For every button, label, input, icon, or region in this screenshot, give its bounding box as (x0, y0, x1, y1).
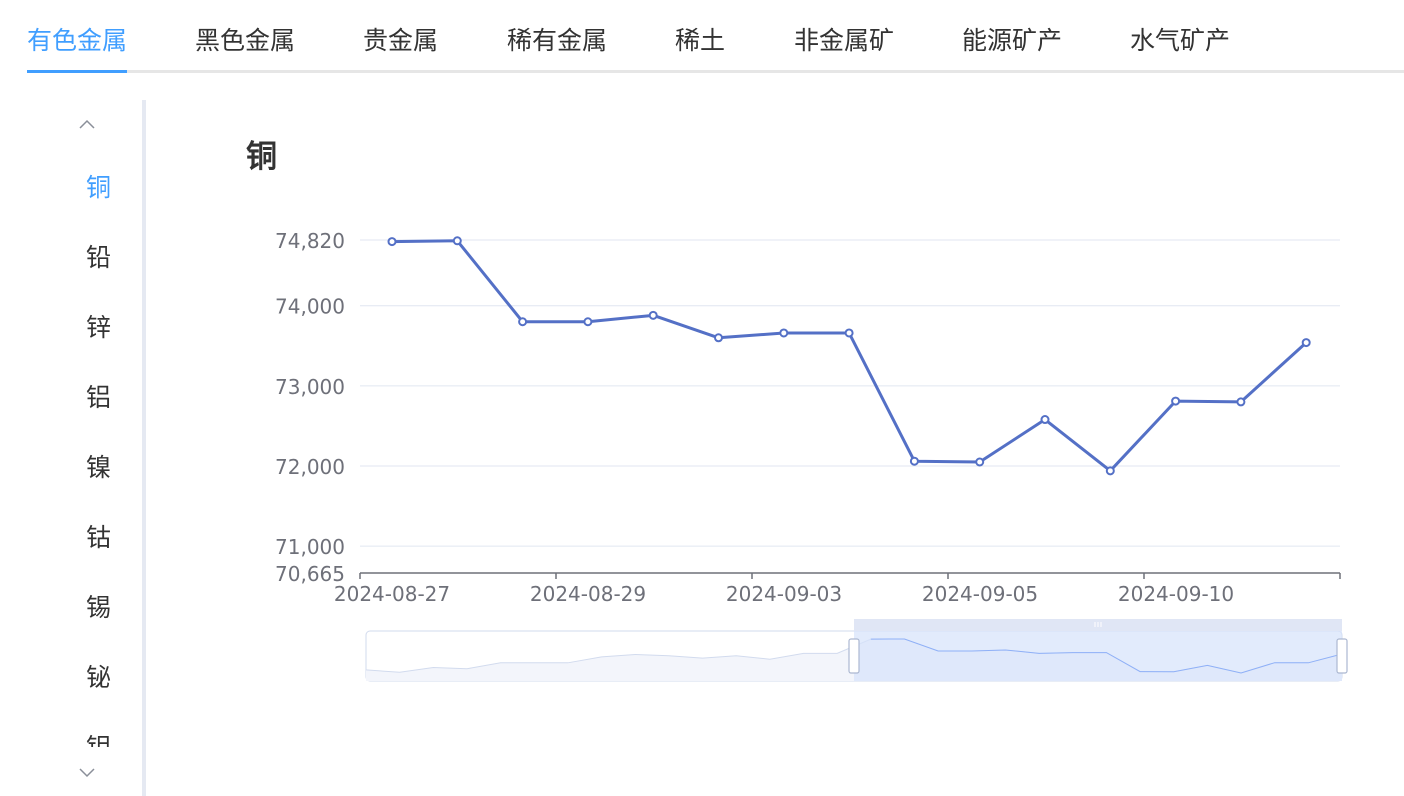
x-tick-label: 2024-08-29 (530, 582, 646, 606)
x-tick-label: 2024-08-27 (334, 582, 450, 606)
x-tick-label: 2024-09-03 (726, 582, 842, 606)
data-point (648, 310, 658, 320)
data-point (1040, 415, 1050, 425)
data-point (779, 328, 789, 338)
y-tick-label: 74,820 (275, 229, 345, 253)
data-point (518, 317, 528, 327)
zoom-selected-range (854, 631, 1342, 681)
y-tick-label: 74,000 (275, 295, 345, 319)
zoom-start-handle[interactable] (848, 638, 860, 674)
zoom-end-handle[interactable] (1336, 638, 1348, 674)
series-line (391, 239, 1308, 473)
data-point (975, 457, 985, 467)
x-tick-label: 2024-09-10 (1118, 582, 1234, 606)
data-point (583, 317, 593, 327)
data-point (1301, 338, 1311, 348)
data-point (1105, 466, 1115, 476)
price-line-chart: 70,66571,00072,00073,00074,00074,8202024… (275, 229, 1348, 682)
data-point (1236, 397, 1246, 407)
data-point (387, 237, 397, 247)
data-point (714, 333, 723, 343)
y-tick-label: 71,000 (275, 535, 345, 559)
y-tick-label: 73,000 (275, 375, 345, 399)
y-tick-label: 72,000 (275, 455, 345, 479)
data-point (1171, 396, 1181, 406)
data-point (452, 236, 462, 246)
data-point (909, 456, 919, 466)
x-tick-label: 2024-09-05 (922, 582, 1038, 606)
data-point (844, 328, 854, 338)
